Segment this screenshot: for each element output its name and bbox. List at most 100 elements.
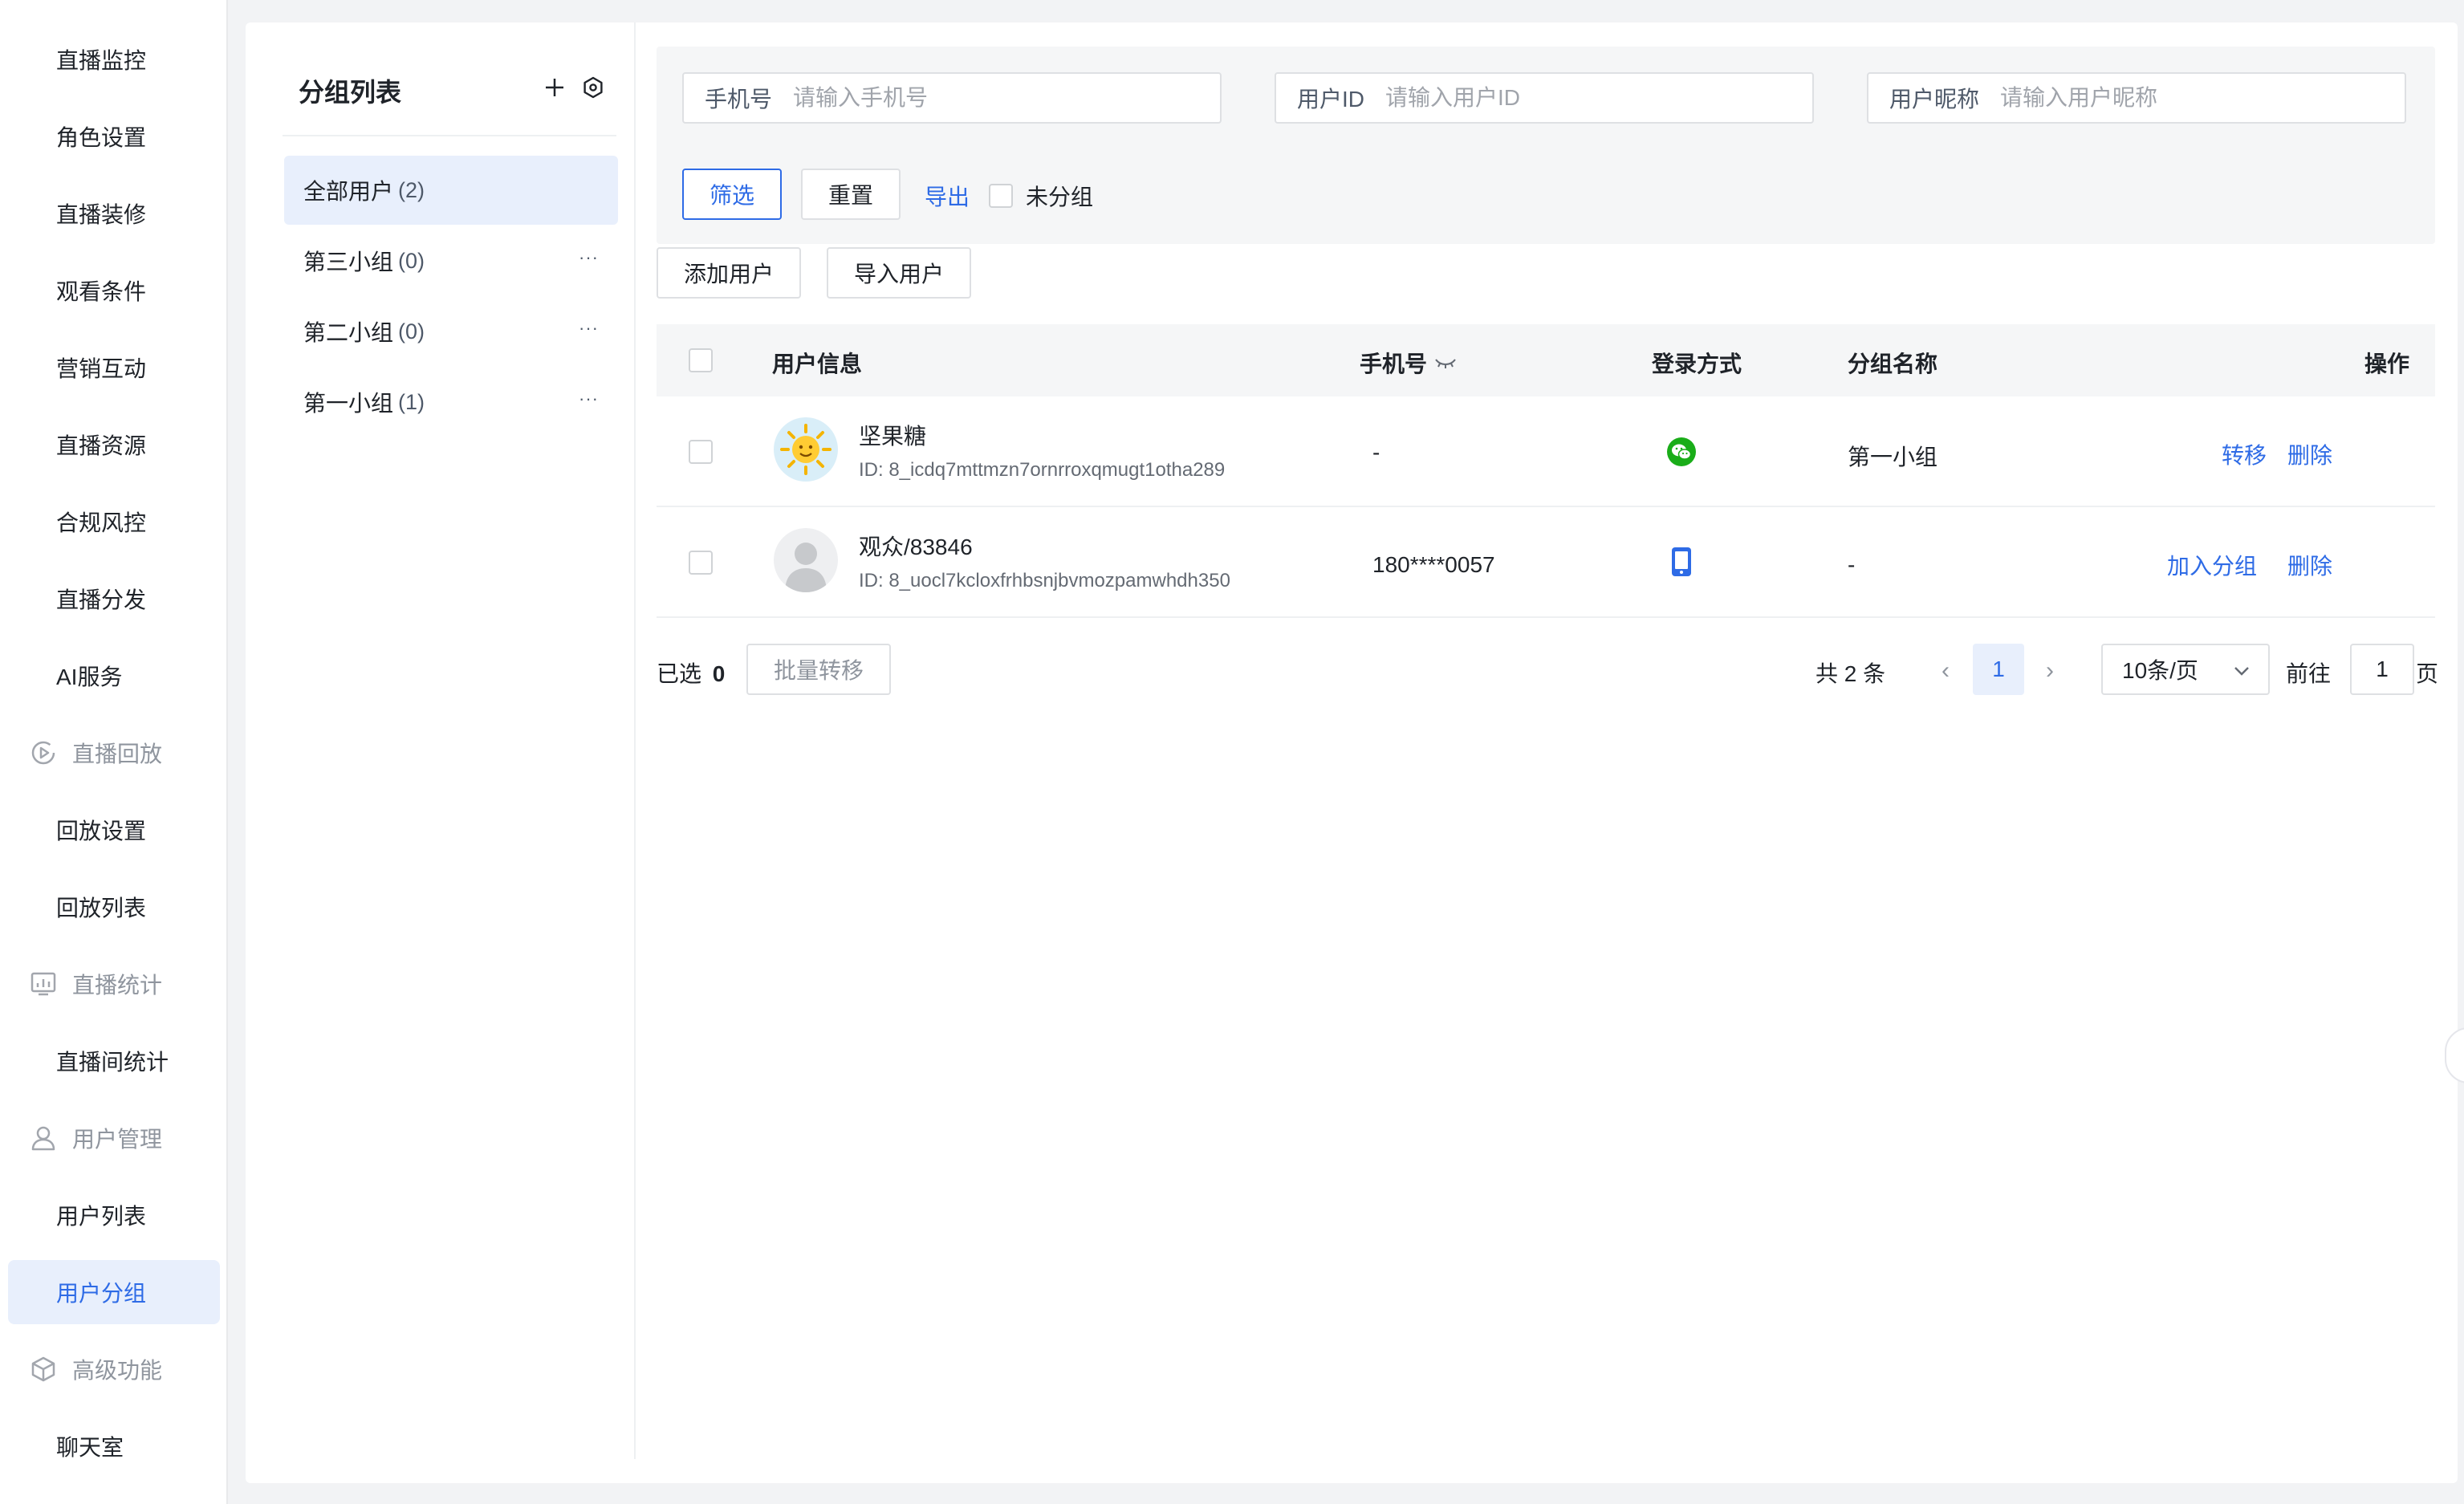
sidebar-item-room-stats[interactable]: 直播间统计 <box>8 1029 220 1093</box>
avatar <box>774 528 838 592</box>
group-item-group-1[interactable]: 第一小组 (1) ··· <box>284 368 618 437</box>
sidebar-group-stats[interactable]: 直播统计 <box>8 952 220 1016</box>
reset-button[interactable]: 重置 <box>801 169 901 220</box>
group-count: (0) <box>398 248 425 273</box>
goto-label: 前往 <box>2286 661 2332 686</box>
eye-closed-icon[interactable] <box>1433 355 1458 371</box>
divider <box>283 135 616 136</box>
sidebar-item-role-settings[interactable]: 角色设置 <box>8 104 220 169</box>
group-settings-button[interactable] <box>579 74 607 101</box>
user-id-input[interactable] <box>1385 85 1812 111</box>
group-name: 第一小组 <box>303 391 394 416</box>
user-id: ID: 8_icdq7mttmzn7ornrroxqmugt1otha289 <box>859 459 1226 481</box>
selected-count-text: 已选 0 <box>657 656 725 689</box>
user-group-name: - <box>1848 552 1856 577</box>
sidebar-group-label: 直播回放 <box>72 742 163 766</box>
phone-filter-label: 手机号 <box>705 87 773 112</box>
export-link[interactable]: 导出 <box>925 180 970 212</box>
login-method <box>1669 546 1693 583</box>
group-item-group-2[interactable]: 第二小组 (0) ··· <box>284 297 618 366</box>
sidebar-item-marketing[interactable]: 营销互动 <box>8 335 220 400</box>
select-all-checkbox[interactable] <box>689 348 713 372</box>
nickname-filter-label: 用户昵称 <box>1889 87 1980 112</box>
next-page-button[interactable]: › <box>2034 648 2066 693</box>
transfer-link[interactable]: 转移 <box>2222 438 2267 470</box>
group-count: (1) <box>398 389 425 414</box>
table-row: 观众/83846 ID: 8_uocl7kcloxfrhbsnjbvmozpam… <box>657 507 2435 618</box>
sidebar-item-viewing-conditions[interactable]: 观看条件 <box>8 258 220 323</box>
ungrouped-checkbox[interactable]: 未分组 <box>989 180 1093 212</box>
sidebar-item-label: 用户列表 <box>56 1204 147 1229</box>
chevron-down-icon <box>2234 667 2249 676</box>
checkbox[interactable] <box>989 184 1013 208</box>
column-operation: 操作 <box>2364 352 2410 376</box>
table-row: 坚果糖 ID: 8_icdq7mttmzn7ornrroxqmugt1otha2… <box>657 396 2435 507</box>
app-root: 直播监控 角色设置 直播装修 观看条件 营销互动 直播资源 合规风控 直播分发 … <box>0 0 2464 1504</box>
plus-icon <box>546 79 563 96</box>
group-name: 全部用户 <box>303 179 394 204</box>
phone-filter-field[interactable]: 手机号 <box>682 72 1222 124</box>
sidebar-item-user-list[interactable]: 用户列表 <box>8 1183 220 1247</box>
row-checkbox[interactable] <box>689 551 713 575</box>
sidebar-item-label: 回放设置 <box>56 819 147 843</box>
sidebar-group-users[interactable]: 用户管理 <box>8 1106 220 1170</box>
user-nickname: 坚果糖 <box>859 424 927 449</box>
chart-icon <box>30 972 56 996</box>
sidebar-item-compliance[interactable]: 合规风控 <box>8 490 220 554</box>
sidebar-item-live-resources[interactable]: 直播资源 <box>8 413 220 477</box>
page-number-1[interactable]: 1 <box>1973 644 2024 695</box>
sidebar-group-replay[interactable]: 直播回放 <box>8 721 220 785</box>
group-name: 第三小组 <box>303 250 394 274</box>
sidebar-item-label: 直播分发 <box>56 587 147 612</box>
filter-panel: 手机号 用户ID 用户昵称 筛选 重置 导出 未分组 <box>657 47 2435 244</box>
login-method <box>1666 437 1697 473</box>
phone-input[interactable] <box>793 85 1220 111</box>
avatar <box>774 417 838 482</box>
delete-link[interactable]: 删除 <box>2287 549 2332 581</box>
ungrouped-label: 未分组 <box>1026 185 1094 209</box>
page-size-select[interactable]: 10条/页 <box>2101 644 2270 695</box>
sidebar-item-ai-service[interactable]: AI服务 <box>8 644 220 708</box>
group-item-group-3[interactable]: 第三小组 (0) ··· <box>284 226 618 295</box>
filter-button[interactable]: 筛选 <box>682 169 782 220</box>
sidebar-item-label: AI服务 <box>56 665 123 689</box>
delete-link[interactable]: 删除 <box>2287 438 2332 470</box>
page-size-value: 10条/页 <box>2122 658 2198 683</box>
user-nickname: 观众/83846 <box>859 535 973 559</box>
user-phone: - <box>1372 440 1380 465</box>
sidebar-item-chatroom[interactable]: 聊天室 <box>8 1414 220 1478</box>
nickname-input[interactable] <box>2000 85 2405 111</box>
batch-transfer-button[interactable]: 批量转移 <box>746 644 891 695</box>
add-group-button[interactable] <box>541 74 568 101</box>
sidebar-item-replay-list[interactable]: 回放列表 <box>8 875 220 939</box>
group-item-all-users[interactable]: 全部用户 (2) <box>284 156 618 225</box>
row-checkbox[interactable] <box>689 440 713 464</box>
group-name: 第二小组 <box>303 320 394 345</box>
sidebar-group-advanced[interactable]: 高级功能 <box>8 1337 220 1401</box>
more-options-icon[interactable]: ··· <box>579 388 599 409</box>
sidebar-item-label: 合规风控 <box>56 510 147 535</box>
add-to-group-link[interactable]: 加入分组 <box>2167 549 2257 581</box>
selected-label: 已选 <box>657 661 702 686</box>
goto-page-input[interactable]: 1 <box>2350 644 2414 695</box>
sidebar-item-user-groups[interactable]: 用户分组 <box>8 1260 220 1324</box>
sidebar-item-live-decoration[interactable]: 直播装修 <box>8 181 220 246</box>
user-id: ID: 8_uocl7kcloxfrhbsnjbvmozpamwhdh350 <box>859 570 1230 591</box>
sidebar-item-replay-settings[interactable]: 回放设置 <box>8 798 220 862</box>
more-options-icon[interactable]: ··· <box>579 247 599 268</box>
add-user-button[interactable]: 添加用户 <box>657 247 801 299</box>
sidebar-item-distribution[interactable]: 直播分发 <box>8 567 220 631</box>
wechat-icon <box>1667 437 1696 466</box>
table-header: 用户信息 手机号 登录方式 分组名称 操作 <box>657 324 2435 396</box>
nickname-filter-field[interactable]: 用户昵称 <box>1867 72 2406 124</box>
user-group-name: 第一小组 <box>1848 445 1938 469</box>
more-options-icon[interactable]: ··· <box>579 318 599 339</box>
settings-icon <box>583 76 603 99</box>
sidebar-item-live-monitor[interactable]: 直播监控 <box>8 27 220 91</box>
sidebar-group-label: 直播统计 <box>72 973 163 998</box>
user-id-filter-field[interactable]: 用户ID <box>1275 72 1814 124</box>
main-card: 分组列表 全部用户(2) 第三小组(0) ··· 第二小组(0) ··· <box>246 22 2458 1483</box>
prev-page-button[interactable]: ‹ <box>1929 648 1962 693</box>
import-user-button[interactable]: 导入用户 <box>827 247 971 299</box>
column-user-info: 用户信息 <box>772 352 863 376</box>
